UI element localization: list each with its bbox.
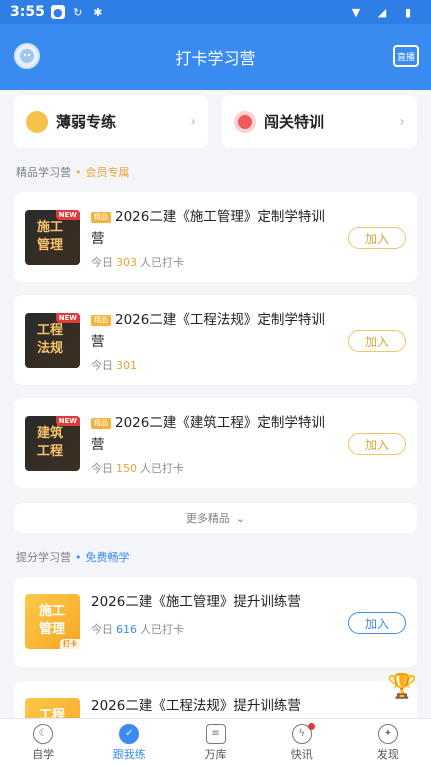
battery-icon: ▮	[404, 5, 412, 19]
chevron-down-icon: ⌄	[235, 511, 246, 525]
course-name: 精品 2026二建《施工管理》定制学特训营	[91, 209, 325, 247]
premium-section-title: 精品学习营 • 会员专属	[16, 166, 130, 179]
tab-follow-practice[interactable]: ✓ 跟我练	[86, 719, 172, 766]
page-title: 打卡学习营	[175, 49, 256, 68]
course-card[interactable]: NEW 工程 法规 精品 2026二建《工程法规》定制学特训营 今日 301 加入	[14, 295, 417, 385]
status-time: 3:55	[10, 4, 45, 20]
tab-discover[interactable]: ✦ 发现	[345, 719, 431, 766]
trophy-icon[interactable]: 🏆	[387, 672, 417, 702]
chat-bubble-icon	[26, 110, 48, 133]
chevron-right-icon: ›	[399, 113, 405, 130]
challenge-training-label: 闯关特训	[264, 113, 325, 131]
course-cover: 施工 管理 打卡	[25, 594, 80, 649]
tab-self-study[interactable]: ☾ 自学	[0, 719, 86, 766]
join-button[interactable]: 加入	[348, 612, 406, 634]
signal-icon: ◢	[377, 5, 387, 19]
challenge-training-card[interactable]: 闯关特训 ›	[222, 95, 417, 148]
boost-section-title: 提分学习营 • 免费畅学	[16, 551, 130, 564]
course-name: 2026二建《工程法规》提升训练营	[91, 698, 301, 714]
course-name: 精品 2026二建《建筑工程》定制学特训营	[91, 415, 325, 453]
course-card[interactable]: NEW 建筑 工程 精品 2026二建《建筑工程》定制学特训营 今日 150 人已打卡…	[14, 398, 417, 488]
checkin-count: 今日 150 人已打卡	[91, 462, 184, 475]
join-button[interactable]: 加入	[348, 227, 406, 249]
app-notification-icon: ●	[50, 5, 65, 19]
avatar[interactable]	[14, 43, 40, 69]
premium-tag: 精品	[91, 212, 111, 223]
tab-question-bank[interactable]: ≡ 万库	[172, 719, 258, 766]
bug-icon: ✱	[93, 5, 103, 19]
course-cover: NEW 建筑 工程	[25, 416, 80, 471]
target-icon	[234, 110, 256, 133]
weak-practice-card[interactable]: 薄弱专练 ›	[14, 95, 208, 148]
sync-icon: ↻	[73, 5, 83, 19]
checkin-count: 今日 616 人已打卡	[91, 623, 184, 636]
compass-icon: ✦	[377, 723, 398, 744]
join-button[interactable]: 加入	[348, 330, 406, 352]
checkin-count: 今日 301	[91, 359, 137, 372]
live-label: 直播	[396, 52, 415, 63]
notification-dot	[307, 723, 315, 730]
app-header: 打卡学习营 直播	[0, 24, 431, 90]
chevron-right-icon: ›	[190, 113, 196, 130]
wifi-icon: ▼	[351, 5, 361, 19]
course-card[interactable]: NEW 施工 管理 精品 2026二建《施工管理》定制学特训营 今日 303 人已打卡…	[14, 192, 417, 282]
course-cover: NEW 施工 管理	[25, 210, 80, 265]
more-premium-button[interactable]: 更多精品 ⌄	[14, 503, 417, 533]
course-card[interactable]: 施工 管理 打卡 2026二建《施工管理》提升训练营 今日 616 人已打卡 加入	[14, 577, 417, 667]
course-cover: NEW 工程 法规	[25, 313, 80, 368]
tab-news[interactable]: ϟ 快讯	[259, 719, 345, 766]
premium-tag: 精品	[91, 315, 111, 326]
bottom-tab-bar: ☾ 自学 ✓ 跟我练 ≡ 万库 ϟ 快讯 ✦ 发现	[0, 718, 431, 766]
document-icon: ≡	[205, 723, 226, 744]
free-badge: 免费畅学	[85, 551, 130, 564]
member-badge: 会员专属	[85, 166, 130, 179]
checkin-count: 今日 303 人已打卡	[91, 256, 184, 269]
moon-icon: ☾	[33, 723, 54, 744]
weak-practice-label: 薄弱专练	[56, 113, 117, 131]
live-button[interactable]: 直播	[393, 45, 419, 67]
premium-tag: 精品	[91, 418, 111, 429]
course-name: 精品 2026二建《工程法规》定制学特训营	[91, 312, 325, 350]
join-button[interactable]: 加入	[348, 433, 406, 455]
status-bar: 3:55 ● ↻ ✱ ▼ ◢ ▮	[0, 0, 431, 24]
check-icon: ✓	[119, 723, 140, 744]
course-name: 2026二建《施工管理》提升训练营	[91, 594, 301, 610]
